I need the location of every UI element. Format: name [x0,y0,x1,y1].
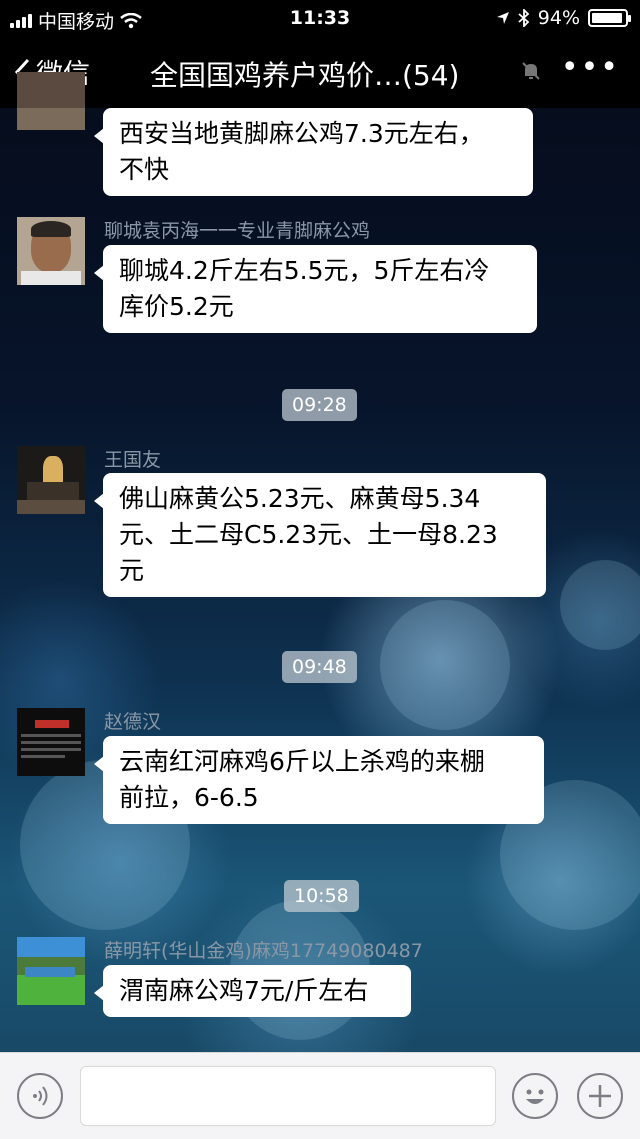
page-title: 全国国鸡养户鸡价…(54) [150,59,460,92]
message-line: 库价5.2元 [119,292,234,321]
message-input[interactable] [80,1066,496,1126]
avatar[interactable] [17,937,85,1005]
sender-name: 王国友 [104,449,162,471]
battery-fill [592,13,623,23]
message-line: 不快 [119,155,170,184]
input-bar [0,1052,640,1139]
message-bubble[interactable]: 佛山麻黄公5.23元、麻黄母5.34 元、土二母C5.23元、土一母8.23 元 [94,473,546,597]
location-arrow-icon [496,12,509,24]
avatar[interactable] [17,446,85,514]
mute-bell-icon [522,62,540,80]
message-line: 元 [119,556,145,585]
more-button[interactable]: ••• [561,50,620,85]
emoji-button[interactable] [512,1073,558,1119]
message-line: 前拉，6-6.5 [119,783,259,812]
battery-icon [588,9,631,27]
bluetooth-icon [518,9,530,27]
status-bar: 中国移动 11:33 94% [0,0,640,40]
plus-icon [589,1085,611,1107]
message-line: 西安当地黄脚麻公鸡7.3元左右， [119,119,484,148]
emoji-icon [526,1089,544,1104]
timestamp: 09:48 [282,651,357,683]
battery-percent: 94% [537,7,580,29]
timestamp: 09:28 [282,389,357,421]
sender-name: 薛明轩(华山金鸡)麻鸡17749080487 [104,940,423,962]
plus-button[interactable] [577,1073,623,1119]
message-bubble[interactable]: 聊城4.2斤左右5.5元，5斤左右冷 库价5.2元 [94,245,537,333]
message-bubble[interactable]: 西安当地黄脚麻公鸡7.3元左右， 不快 [94,108,533,196]
message-bubble[interactable]: 渭南麻公鸡7元/斤左右 [94,965,411,1017]
message-line: 佛山麻黄公5.23元、麻黄母5.34 [119,484,481,513]
avatar[interactable] [17,72,85,130]
message-line: 渭南麻公鸡7元/斤左右 [119,976,369,1005]
avatar[interactable] [17,708,85,776]
message-line: 云南红河麻鸡6斤以上杀鸡的来棚 [119,747,485,776]
message-bubble[interactable]: 云南红河麻鸡6斤以上杀鸡的来棚 前拉，6-6.5 [94,736,544,824]
sender-name: 赵德汉 [104,711,162,733]
avatar[interactable] [17,217,85,285]
voice-icon [33,1086,48,1106]
voice-button[interactable] [17,1073,63,1119]
timestamp: 10:58 [284,880,359,912]
sender-name: 聊城袁丙海一一专业青脚麻公鸡 [104,220,371,242]
message-line: 聊城4.2斤左右5.5元，5斤左右冷 [119,256,490,285]
message-line: 元、土二母C5.23元、土一母8.23 [119,520,498,549]
nav-bar: 微信 全国国鸡养户鸡价…(54) ••• [0,40,640,108]
